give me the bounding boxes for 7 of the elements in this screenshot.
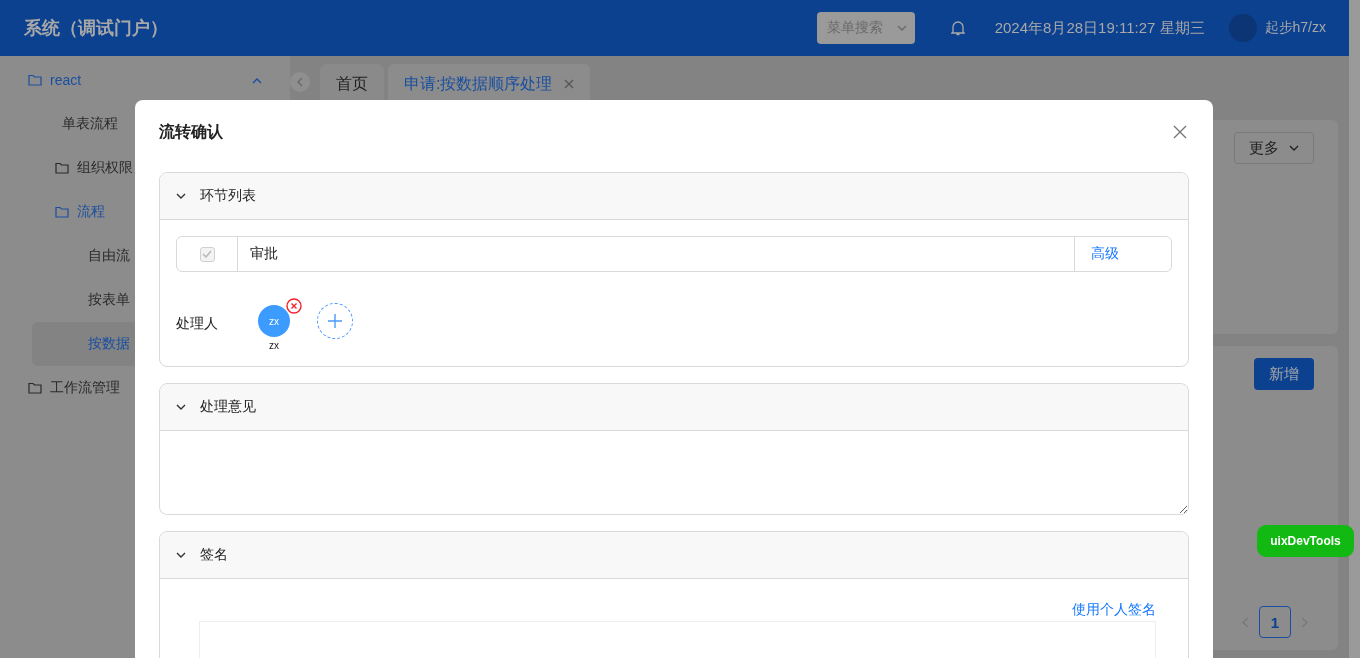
app-title: 系统（调试门户） (24, 17, 169, 40)
handler-label: 处理人 (176, 315, 219, 333)
dialog-title: 流转确认 (159, 121, 223, 142)
handler-avatar: zx (258, 305, 290, 337)
datetime: 2024年8月28日19:11:27 星期三 (994, 18, 1205, 38)
step-name: 审批 (250, 245, 278, 263)
handler-name: zx (269, 340, 279, 351)
